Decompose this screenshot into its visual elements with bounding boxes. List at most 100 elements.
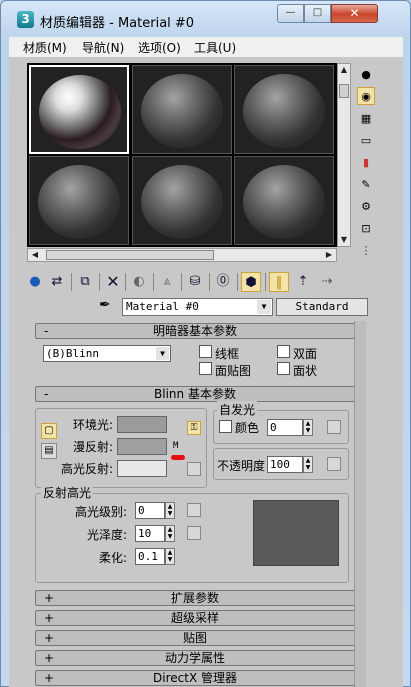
self-illum-color-checkbox[interactable] bbox=[219, 420, 232, 433]
specular-highlights-title: 反射高光 bbox=[41, 484, 94, 501]
face-map-checkbox[interactable] bbox=[199, 362, 212, 375]
rollout-shader-header[interactable]: - 明暗器基本参数 bbox=[35, 323, 355, 339]
material-editor-window: 3 材质编辑器 - Material #0 — □ ✕ 材质(M) 导航(N) … bbox=[0, 0, 411, 687]
menu-options[interactable]: 选项(O) bbox=[138, 39, 181, 56]
opacity-map-button[interactable] bbox=[327, 457, 341, 471]
specular-color-swatch[interactable] bbox=[117, 460, 167, 477]
specular-level-map-button[interactable] bbox=[187, 503, 201, 517]
reset-icon[interactable]: ✕ bbox=[103, 272, 123, 292]
horizontal-toolbar: ● ⇄ ⧉ ✕ ◐ ⩓ ⛁ ⓪ ⬢ ‖ ⇡ ⇢ bbox=[23, 270, 373, 294]
sample-slot-4[interactable] bbox=[29, 156, 129, 245]
ambient-color-swatch[interactable] bbox=[117, 416, 167, 433]
make-preview-icon[interactable]: ✎ bbox=[357, 175, 375, 193]
close-button[interactable]: ✕ bbox=[331, 4, 378, 23]
assign-to-selection-icon[interactable]: ⧉ bbox=[75, 272, 95, 292]
self-illum-spinner[interactable]: ▲ ▼ bbox=[303, 419, 313, 436]
go-forward-to-sibling-icon[interactable]: ⇢ bbox=[317, 272, 337, 292]
shader-select[interactable]: (B)Blinn ▼ bbox=[43, 345, 171, 362]
maximize-button[interactable]: □ bbox=[304, 4, 331, 23]
specular-map-button[interactable] bbox=[187, 462, 201, 476]
menu-navigation[interactable]: 导航(N) bbox=[82, 39, 124, 56]
show-end-result-icon[interactable]: ‖ bbox=[269, 272, 289, 292]
material-type-button[interactable]: Standard bbox=[276, 298, 368, 316]
lock-ambient-diffuse-icon[interactable]: ▢ bbox=[41, 423, 57, 439]
soften-field[interactable]: 0.1 bbox=[135, 548, 165, 565]
scroll-left-icon[interactable]: ◀ bbox=[29, 249, 41, 261]
specular-level-spinner[interactable]: ▲ ▼ bbox=[165, 502, 175, 519]
two-sided-checkbox[interactable] bbox=[277, 345, 290, 358]
sample-uv-tiling-icon[interactable]: ▭ bbox=[357, 131, 375, 149]
sample-type-icon[interactable]: ● bbox=[357, 65, 375, 83]
rollout-title: 扩展参数 bbox=[170, 591, 219, 605]
rollout-dynamics-properties[interactable]: + 动力学属性 bbox=[35, 650, 355, 666]
side-toolbar: ● ◉ ▦ ▭ ▮ ✎ ⚙ ⊡ ⋮ bbox=[353, 63, 377, 263]
self-illum-map-button[interactable] bbox=[327, 420, 341, 434]
glossiness-spinner[interactable]: ▲ ▼ bbox=[165, 525, 175, 542]
rollout-directx-manager[interactable]: + DirectX 管理器 bbox=[35, 670, 355, 686]
menu-material[interactable]: 材质(M) bbox=[23, 39, 67, 56]
glossiness-field[interactable]: 10 bbox=[135, 525, 165, 542]
sample-slot-2[interactable] bbox=[132, 65, 232, 154]
soften-label: 柔化: bbox=[99, 551, 128, 565]
opacity-value-field[interactable]: 100 bbox=[267, 456, 303, 473]
title-bar[interactable]: 3 材质编辑器 - Material #0 — □ ✕ bbox=[1, 1, 410, 35]
video-color-check-icon[interactable]: ▮ bbox=[357, 153, 375, 171]
rollout-supersampling[interactable]: + 超级采样 bbox=[35, 610, 355, 626]
slots-horizontal-scrollbar[interactable]: ◀ ▶ bbox=[27, 248, 337, 262]
chevron-down-icon[interactable]: ▼ bbox=[257, 300, 271, 314]
make-unique-icon[interactable]: ⩓ bbox=[157, 272, 177, 292]
show-in-viewport-icon[interactable]: ⬢ bbox=[241, 272, 261, 292]
expand-icon: + bbox=[44, 631, 55, 645]
faceted-checkbox[interactable] bbox=[277, 362, 290, 375]
lock-icon[interactable]: ⚿ bbox=[187, 421, 201, 435]
glossiness-label: 光泽度: bbox=[87, 528, 128, 542]
specular-label: 高光反射: bbox=[61, 462, 114, 476]
options-icon[interactable]: ⚙ bbox=[357, 197, 375, 215]
go-to-parent-icon[interactable]: ⇡ bbox=[293, 272, 313, 292]
scroll-thumb[interactable] bbox=[339, 84, 349, 98]
glossiness-map-button[interactable] bbox=[187, 526, 201, 540]
background-checker-icon[interactable]: ▦ bbox=[357, 109, 375, 127]
slots-vertical-scrollbar[interactable]: ▲ ▼ bbox=[337, 63, 351, 247]
expand-icon: + bbox=[44, 591, 55, 605]
faceted-label: 面状 bbox=[293, 364, 318, 378]
soften-spinner[interactable]: ▲ ▼ bbox=[165, 548, 175, 565]
rollout-scrollbar[interactable] bbox=[354, 321, 366, 687]
self-illum-value-field[interactable]: 0 bbox=[267, 419, 303, 436]
put-to-scene-icon[interactable]: ⇄ bbox=[47, 272, 67, 292]
backlight-icon[interactable]: ◉ bbox=[357, 87, 375, 105]
ambient-label: 环境光: bbox=[73, 418, 114, 432]
sample-slot-6[interactable] bbox=[234, 156, 334, 245]
rollout-maps[interactable]: + 贴图 bbox=[35, 630, 355, 646]
specular-level-field[interactable]: 0 bbox=[135, 502, 165, 519]
opacity-spinner[interactable]: ▲ ▼ bbox=[303, 456, 313, 473]
shader-select-value: (B)Blinn bbox=[46, 347, 99, 360]
select-by-material-icon[interactable]: ⊡ bbox=[357, 219, 375, 237]
material-name-field[interactable]: Material #0 ▼ bbox=[122, 298, 273, 316]
scroll-thumb[interactable] bbox=[46, 250, 214, 260]
toolbar-separator bbox=[99, 273, 100, 291]
diffuse-map-button[interactable]: M bbox=[173, 441, 178, 451]
menu-utilities[interactable]: 工具(U) bbox=[194, 39, 236, 56]
make-copy-icon[interactable]: ◐ bbox=[129, 272, 149, 292]
material-id-channel-icon[interactable]: ⓪ bbox=[213, 272, 233, 292]
put-to-library-icon[interactable]: ⛁ bbox=[185, 272, 205, 292]
get-material-icon[interactable]: ● bbox=[25, 272, 45, 292]
rollout-blinn-header[interactable]: - Blinn 基本参数 bbox=[35, 386, 355, 402]
sample-slot-5[interactable] bbox=[132, 156, 232, 245]
app-icon: 3 bbox=[17, 11, 34, 28]
rollout-extended-parameters[interactable]: + 扩展参数 bbox=[35, 590, 355, 606]
wire-checkbox[interactable] bbox=[199, 345, 212, 358]
chevron-down-icon[interactable]: ▼ bbox=[156, 347, 169, 360]
sample-slot-3[interactable] bbox=[234, 65, 334, 154]
diffuse-color-swatch[interactable] bbox=[117, 438, 167, 455]
sample-slot-1[interactable] bbox=[29, 65, 129, 154]
eyedropper-icon[interactable]: ✒ bbox=[99, 297, 111, 313]
minimize-button[interactable]: — bbox=[277, 4, 304, 23]
scroll-up-icon[interactable]: ▲ bbox=[338, 64, 350, 76]
material-map-navigator-icon[interactable]: ⋮ bbox=[357, 241, 375, 259]
scroll-right-icon[interactable]: ▶ bbox=[323, 249, 335, 261]
lock-diffuse-specular-icon[interactable]: ▤ bbox=[41, 443, 57, 459]
scroll-down-icon[interactable]: ▼ bbox=[338, 234, 350, 246]
toolbar-separator bbox=[265, 273, 266, 291]
